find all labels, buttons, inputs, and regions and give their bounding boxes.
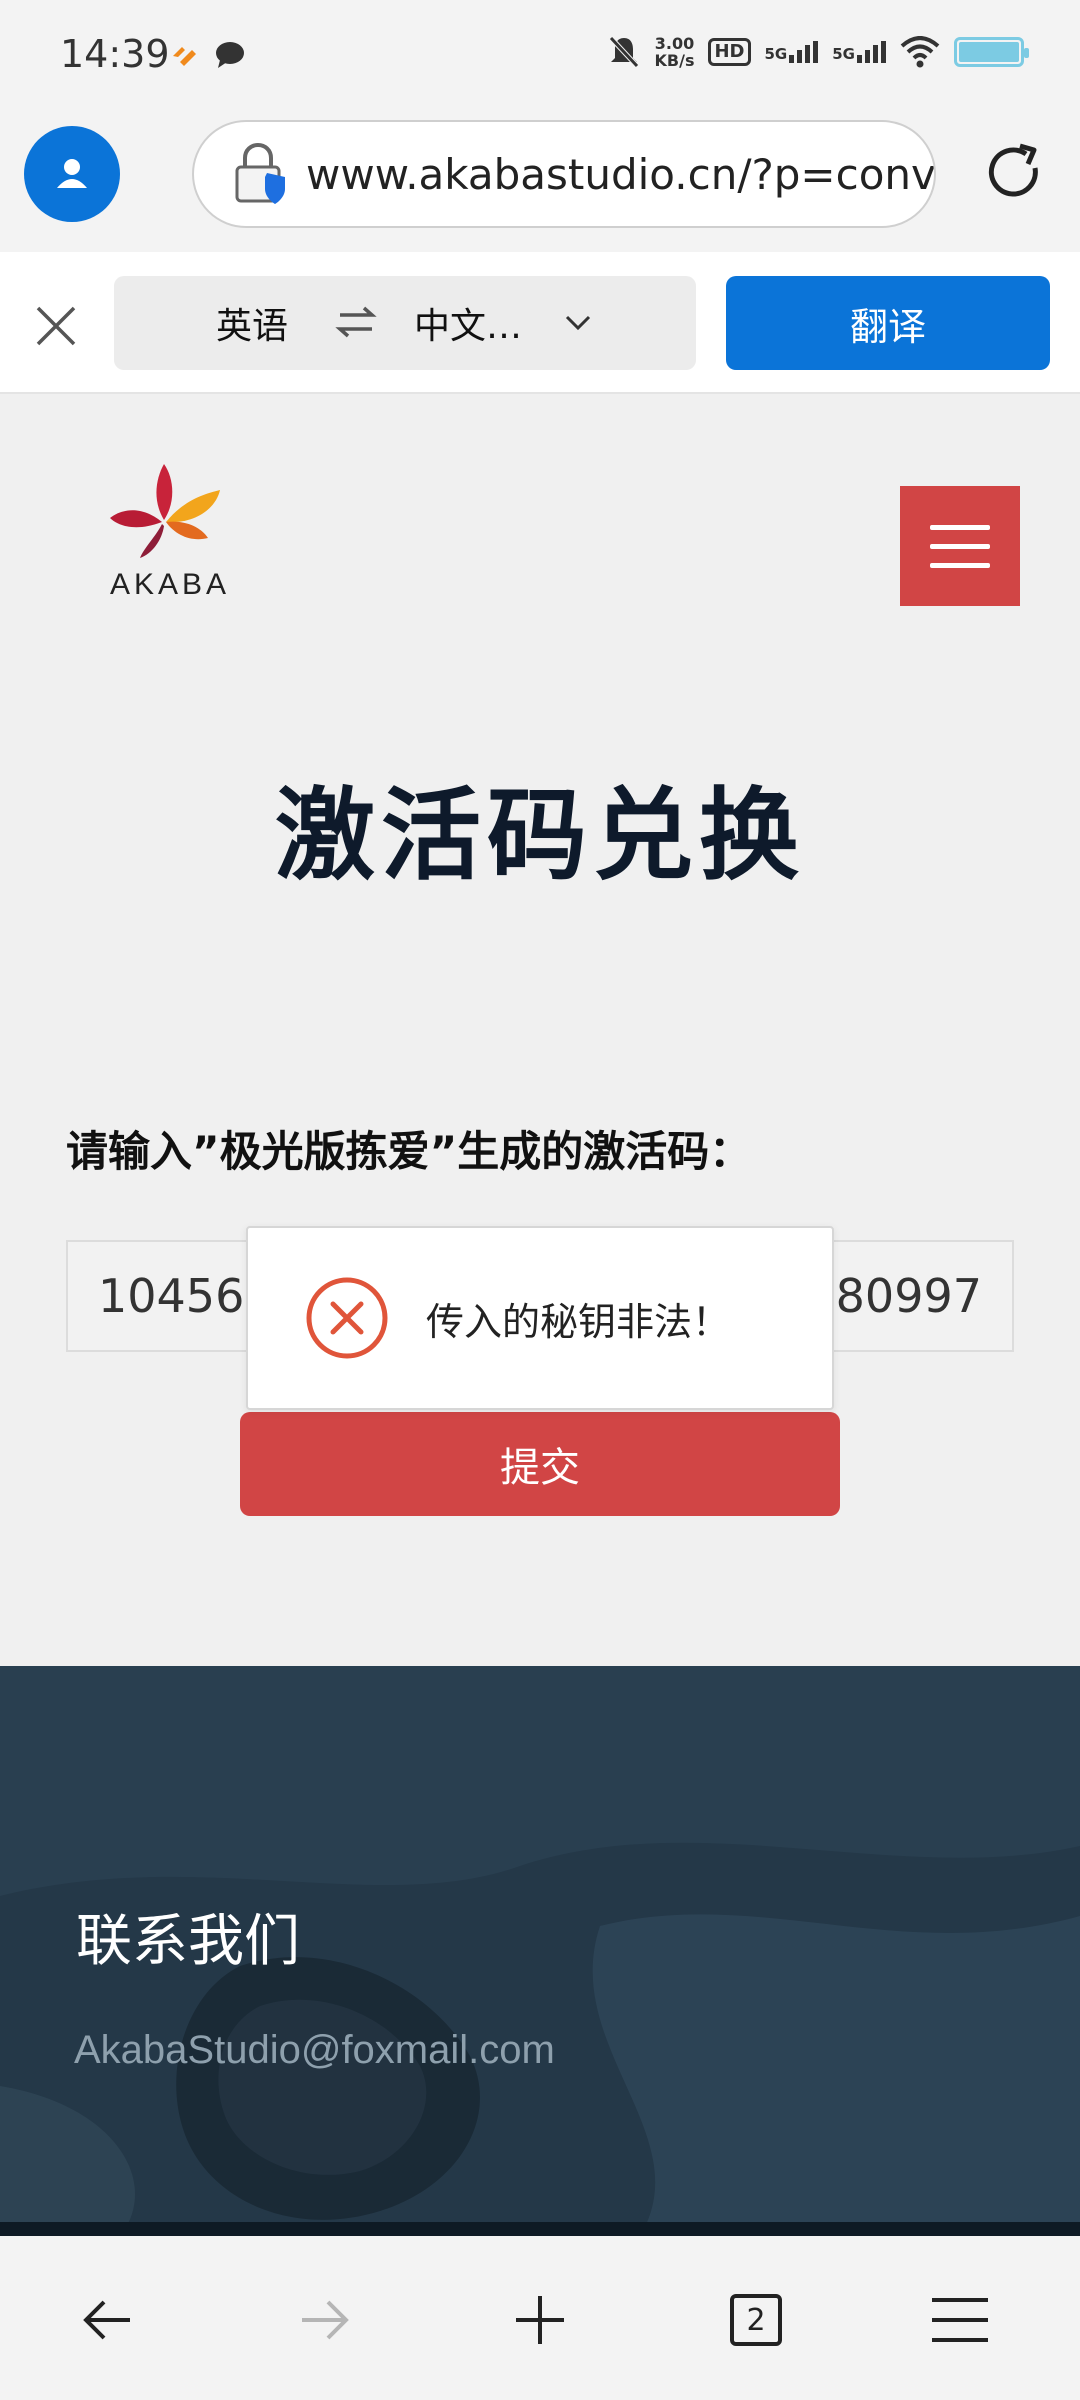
site-footer: 联系我们 AkabaStudio@foxmail.com	[0, 1666, 1080, 2236]
lock-shield-icon	[235, 142, 285, 204]
site-logo[interactable]: AKABA	[100, 464, 240, 614]
url-text: www.akabastudio.cn/?p=conve	[306, 149, 936, 199]
activation-code-label: 请输入”极光版拣爱”生成的激活码：	[66, 1127, 752, 1176]
web-page: AKABA 激活码兑换 请输入”极光版拣爱”生成的激活码： 104568 480…	[0, 394, 1080, 1666]
hamburger-icon-line	[930, 562, 990, 568]
submit-button[interactable]: 提交	[240, 1412, 840, 1516]
mute-icon	[608, 36, 639, 68]
hamburger-icon-line	[930, 524, 990, 530]
profile-button[interactable]	[24, 126, 120, 222]
swap-icon[interactable]	[334, 300, 378, 344]
hamburger-icon-line	[930, 543, 990, 549]
battery-icon	[954, 37, 1029, 67]
browser-toolbar: www.akabastudio.cn/?p=conve	[0, 112, 1080, 252]
error-circle-icon	[306, 1277, 388, 1359]
footer-title: 联系我们	[76, 1909, 300, 1974]
new-tab-button[interactable]	[508, 2288, 572, 2352]
hamburger-icon	[932, 2298, 988, 2342]
footer-email-link[interactable]: AkabaStudio@foxmail.com	[74, 2028, 555, 2073]
address-bar[interactable]: www.akabastudio.cn/?p=conve	[192, 120, 936, 228]
net-speed: 3.00 KB/s	[654, 34, 695, 70]
chevron-down-icon[interactable]	[562, 306, 594, 338]
translate-bar: 英语 中文… 翻译	[0, 252, 1080, 394]
back-button[interactable]	[76, 2288, 140, 2352]
footer-divider	[0, 2222, 1080, 2236]
close-icon[interactable]	[26, 296, 86, 356]
status-time: 14:39	[60, 32, 170, 76]
page-title: 激活码兑换	[275, 777, 805, 894]
signal-icon: 5G	[765, 41, 819, 63]
status-right-icons: 3.00 KB/s HD 5G 5G	[607, 34, 1029, 70]
target-language[interactable]: 中文…	[414, 297, 522, 349]
arrow-right-icon	[302, 2300, 349, 2340]
site-info-button[interactable]	[216, 122, 306, 226]
source-language[interactable]: 英语	[216, 297, 288, 349]
profile-icon	[57, 159, 87, 188]
butterfly-logo-icon	[110, 464, 220, 558]
forward-button[interactable]	[292, 2288, 356, 2352]
browser-bottom-nav: 2	[0, 2236, 1080, 2400]
tab-count-icon: 2	[730, 2294, 782, 2346]
status-left-icons	[170, 40, 246, 70]
chat-icon	[216, 42, 244, 68]
wifi-icon	[900, 36, 940, 68]
tabs-button[interactable]: 2	[724, 2288, 788, 2352]
toast-message: 传入的秘钥非法！	[426, 1299, 731, 1344]
refresh-icon[interactable]	[980, 138, 1050, 208]
signal-icon: 5G	[832, 41, 886, 63]
arrow-left-icon	[83, 2300, 130, 2340]
hd-icon: HD	[708, 38, 751, 66]
huawei-icon	[173, 47, 196, 66]
logo-text: AKABA	[109, 568, 231, 601]
error-toast: 传入的秘钥非法！	[246, 1226, 834, 1410]
translate-button[interactable]: 翻译	[726, 276, 1050, 370]
plus-icon	[516, 2296, 564, 2344]
language-selector[interactable]: 英语 中文…	[114, 276, 696, 370]
site-menu-button[interactable]	[900, 486, 1020, 606]
status-bar: 14:39 3.00 KB/s HD 5G 5G	[0, 0, 1080, 112]
menu-button[interactable]	[928, 2288, 992, 2352]
